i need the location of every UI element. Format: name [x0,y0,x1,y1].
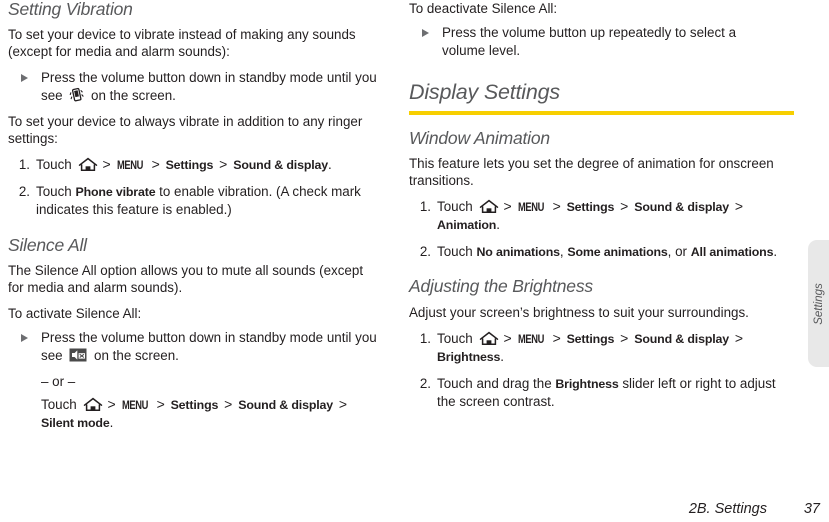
step-prefix: Touch [437,198,477,214]
triangle-bullet-icon [422,29,429,37]
path-item-sound-display: Sound & display [634,199,730,214]
option-some-animations: Some animations [567,244,668,259]
heading-adjusting-brightness: Adjusting the Brightness [409,276,593,297]
silence-alt-touch-path: Touch > MENU > Settings > Sound & display … [8,396,380,433]
menu-icon: MENU [121,397,148,412]
chapter-heading-text: Display Settings [409,80,560,104]
path-item-settings: Settings [566,331,615,346]
step-suffix: . [500,349,504,365]
vibrate-icon [69,87,85,103]
vibration-bullet: Press the volume button down in standby … [8,69,380,104]
silence-activate-bullet: Press the volume button down in standby … [8,329,380,364]
heading-display-settings: Display Settings [409,80,794,115]
left-column: Setting Vibration To set your device to … [8,0,380,441]
home-icon [83,397,103,412]
step-number: 1. [18,157,30,173]
window-animation-intro: This feature lets you set the degree of … [409,155,774,188]
path-separator: > [503,329,512,346]
step-prefix: Touch and drag the [437,375,556,391]
path-item-sound-display: Sound & display [233,158,329,173]
path-separator: > [552,329,561,346]
brightness-intro: Adjust your screen’s brightness to suit … [409,304,749,320]
manual-page: Setting Vibration To set your device to … [0,0,829,522]
silence-intro-paragraph: The Silence All option allows you to mut… [8,263,364,295]
step-number: 2. [419,375,431,391]
step-suffix: . [328,157,332,173]
deactivate-bullet-text: Press the volume button up repeatedly to… [442,25,737,58]
path-item-settings: Settings [566,199,615,214]
activate-silence-label: To activate Silence All: [8,306,142,321]
chapter-heading-rule [409,110,794,115]
side-tab-label: Settings [812,282,825,325]
page-footer: 2B. Settings 37 [0,497,829,517]
path-separator: > [156,395,165,412]
alt-touch-suffix: . [109,415,114,430]
brightness-step-2: 2. Touch and drag the Brightness slider l… [409,375,781,411]
footer-chapter-label: 2B. Settings [688,501,767,517]
alt-touch-prefix: Touch [41,396,81,412]
path-separator: > [616,329,633,346]
step-suffix: . [496,217,500,233]
heading-silence-all: Silence All [8,234,87,255]
heading-window-animation: Window Animation [409,127,550,148]
heading-setting-vibration: Setting Vibration [8,0,133,19]
side-tab-settings: Settings [808,240,829,367]
phone-vibrate-label: Phone vibrate [75,184,156,199]
step-prefix: Touch [437,243,477,259]
window-animation-step-2: 2. Touch No animations, Some animations, … [409,243,781,262]
vibration-bullet-text-after: on the screen. [87,87,176,103]
option-no-animations: No animations [476,244,560,259]
step-prefix: Touch [36,157,76,173]
path-separator: > [731,197,744,214]
path-item-brightness: Brightness [437,350,501,365]
or-separator: – or – [41,374,76,389]
brightness-label: Brightness [555,376,619,391]
menu-icon: MENU [517,331,544,346]
vibration-intro-paragraph: To set your device to vibrate instead of… [8,27,356,60]
home-icon [78,157,98,172]
deactivate-bullet: Press the volume button up repeatedly to… [409,24,781,59]
deactivate-silence-label: To deactivate Silence All: [409,1,558,16]
path-item-settings: Settings [170,397,219,412]
step-number: 2. [18,183,30,199]
triangle-bullet-icon [21,334,28,342]
menu-icon: MENU [116,158,143,173]
path-separator: > [335,395,348,412]
step-number: 1. [419,198,431,214]
step-prefix: Touch [36,183,76,199]
vibration-step-1: 1. Touch > MENU > Settings > Sound & displa… [8,156,380,175]
window-animation-step-1: 1. Touch > MENU > Settings > Sound & displa… [409,198,781,235]
home-icon [479,331,499,346]
path-separator: > [107,395,116,412]
brightness-step-1: 1. Touch > MENU > Settings > Sound & displa… [409,330,781,367]
home-icon [479,199,499,214]
path-separator: > [102,156,111,173]
silence-bullet-text-after: on the screen. [90,347,179,363]
path-separator: > [151,156,160,173]
path-separator: > [215,156,232,173]
path-item-sound-display: Sound & display [238,397,334,412]
vibration-second-intro: To set your device to always vibrate in … [8,114,363,147]
step-number: 1. [419,330,431,346]
triangle-bullet-icon [21,74,28,83]
path-separator: > [503,197,512,214]
path-item-silent-mode: Silent mode [41,416,110,430]
path-separator: > [552,197,561,214]
path-separator: > [220,395,237,412]
path-separator: > [616,197,633,214]
vibration-step-2: 2. Touch Phone vibrate to enable vibratio… [8,183,380,219]
right-column: To deactivate Silence All: Press the vol… [409,0,794,419]
step-number: 2. [419,243,431,259]
silent-icon [69,348,87,362]
option-all-animations: All animations [690,244,774,259]
path-item-animation: Animation [437,218,497,233]
menu-icon: MENU [517,199,544,214]
path-item-sound-display: Sound & display [634,331,730,346]
option-separator-2: , or [667,243,691,259]
step-suffix: . [773,243,778,259]
path-item-settings: Settings [165,158,214,173]
path-separator: > [731,329,744,346]
step-prefix: Touch [437,330,477,346]
footer-page-number: 37 [803,501,820,517]
